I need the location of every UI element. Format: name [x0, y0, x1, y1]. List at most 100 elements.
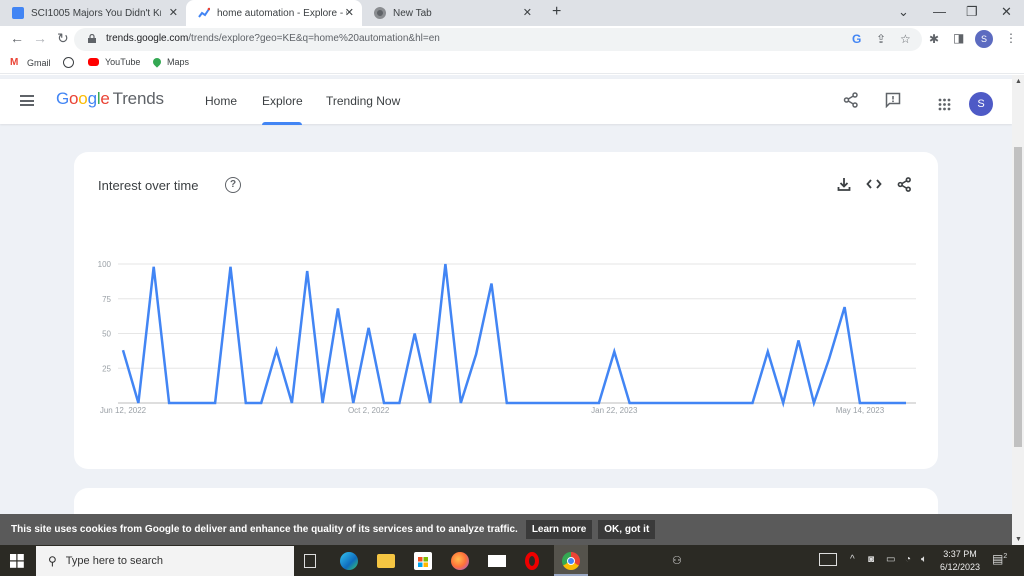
data-point[interactable] [503, 399, 511, 407]
tab-docs[interactable]: SCI1005 Majors You Didn't Know ✕ [0, 0, 186, 26]
close-tab-icon[interactable]: ✕ [523, 6, 532, 19]
task-view-icon[interactable] [304, 554, 316, 568]
notification-center-icon[interactable]: ▤2 [992, 552, 1007, 566]
forward-button[interactable]: → [33, 30, 47, 46]
tab-trends[interactable]: home automation - Explore - Go ✕ [186, 0, 362, 26]
data-point[interactable] [273, 346, 281, 354]
data-point[interactable] [626, 399, 634, 407]
account-avatar[interactable]: S [969, 92, 993, 116]
show-hidden-icons-chevron[interactable]: ^ [850, 554, 855, 565]
windows-start-icon[interactable] [10, 554, 24, 568]
data-point[interactable] [380, 399, 388, 407]
data-point[interactable] [226, 263, 234, 271]
data-point[interactable] [426, 399, 434, 407]
news-widget-icon[interactable] [819, 553, 837, 566]
chrome-menu-icon[interactable]: ⋮ [1005, 31, 1017, 45]
url-text[interactable]: trends.google.com/trends/explore?geo=KE&… [106, 33, 440, 44]
google-lens-icon[interactable]: G [852, 32, 861, 46]
extensions-icon[interactable]: ✱ [929, 32, 939, 46]
data-point[interactable] [795, 336, 803, 344]
bookmark-maps[interactable]: Maps [151, 56, 189, 68]
ok-got-it-button[interactable]: OK, got it [598, 520, 656, 539]
data-point[interactable] [319, 399, 327, 407]
file-explorer-icon[interactable] [377, 554, 395, 568]
nav-explore[interactable]: Explore [262, 94, 303, 108]
data-point[interactable] [656, 399, 664, 407]
data-point[interactable] [365, 324, 373, 332]
data-point[interactable] [733, 399, 741, 407]
data-point[interactable] [334, 304, 342, 312]
side-panel-icon[interactable]: ◨ [953, 31, 964, 45]
data-point[interactable] [841, 303, 849, 311]
learn-more-button[interactable]: Learn more [525, 520, 593, 539]
nav-home[interactable]: Home [205, 94, 237, 108]
data-point[interactable] [150, 263, 158, 271]
opera-icon[interactable] [525, 552, 539, 570]
data-point[interactable] [871, 399, 879, 407]
mail-icon[interactable] [488, 555, 506, 567]
data-point[interactable] [165, 399, 173, 407]
data-point[interactable] [856, 399, 864, 407]
minimize-button[interactable]: — [933, 4, 946, 19]
data-point[interactable] [610, 348, 618, 356]
data-point[interactable] [672, 399, 680, 407]
interest-over-time-chart[interactable]: 25 50 75 100 Jun 12, 2022 Oct 2, 2022 Jan 22,… [74, 152, 938, 469]
wifi-icon[interactable]: ◔ [905, 554, 911, 565]
data-point[interactable] [134, 399, 142, 407]
data-point[interactable] [472, 350, 480, 358]
data-point[interactable] [518, 399, 526, 407]
google-trends-logo[interactable]: Google Trends [56, 89, 164, 109]
scroll-thumb[interactable] [1014, 147, 1022, 447]
reload-button[interactable]: ↻ [57, 30, 69, 47]
data-point[interactable] [211, 399, 219, 407]
data-point[interactable] [779, 399, 787, 407]
data-point[interactable] [595, 399, 603, 407]
data-point[interactable] [534, 399, 542, 407]
data-point[interactable] [349, 399, 357, 407]
meet-now-icon[interactable]: ◙ [868, 554, 874, 565]
close-tab-icon[interactable]: ✕ [169, 6, 178, 19]
tab-new-tab[interactable]: New Tab ✕ [362, 0, 540, 26]
taskbar-chrome-active[interactable] [554, 545, 588, 576]
firefox-icon[interactable] [451, 552, 469, 570]
data-point[interactable] [718, 399, 726, 407]
data-point[interactable] [487, 279, 495, 287]
nav-trending-now[interactable]: Trending Now [326, 94, 400, 108]
share-icon[interactable] [843, 92, 859, 108]
new-tab-button[interactable]: + [552, 3, 561, 21]
data-point[interactable] [810, 399, 818, 407]
feedback-icon[interactable] [885, 92, 901, 108]
tab-search-chevron-icon[interactable]: ⌄ [898, 4, 909, 20]
scroll-down-arrow-icon[interactable]: ▼ [1015, 536, 1022, 543]
data-point[interactable] [887, 399, 895, 407]
data-point[interactable] [411, 330, 419, 338]
page-scrollbar[interactable]: ▲ ▼ [1012, 75, 1024, 545]
data-point[interactable] [748, 399, 756, 407]
bookmark-globe[interactable] [63, 57, 80, 68]
data-point[interactable] [288, 399, 296, 407]
data-point[interactable] [457, 399, 465, 407]
restore-button[interactable]: ❐ [966, 4, 978, 20]
data-point[interactable] [825, 355, 833, 363]
bookmark-star-icon[interactable]: ☆ [900, 32, 911, 46]
menu-icon[interactable] [20, 95, 34, 106]
profile-avatar[interactable]: S [975, 30, 993, 48]
apps-grid-icon[interactable] [938, 98, 951, 111]
volume-icon[interactable]: 🔈︎ [921, 554, 927, 565]
battery-icon[interactable]: ▭ [886, 554, 895, 565]
close-tab-icon[interactable]: ✕ [345, 6, 354, 19]
data-point[interactable] [549, 399, 557, 407]
data-point[interactable] [702, 399, 710, 407]
scroll-up-arrow-icon[interactable]: ▲ [1015, 78, 1022, 85]
close-window-button[interactable]: ✕ [1001, 4, 1012, 20]
data-point[interactable] [641, 399, 649, 407]
data-point[interactable] [687, 399, 695, 407]
data-point[interactable] [580, 399, 588, 407]
data-point[interactable] [902, 399, 910, 407]
bookmark-youtube[interactable]: YouTube [88, 57, 140, 67]
back-button[interactable]: ← [10, 30, 24, 46]
data-point[interactable] [441, 260, 449, 268]
data-point[interactable] [564, 399, 572, 407]
data-point[interactable] [764, 348, 772, 356]
address-bar[interactable]: trends.google.com/trends/explore?geo=KE&… [74, 28, 922, 51]
